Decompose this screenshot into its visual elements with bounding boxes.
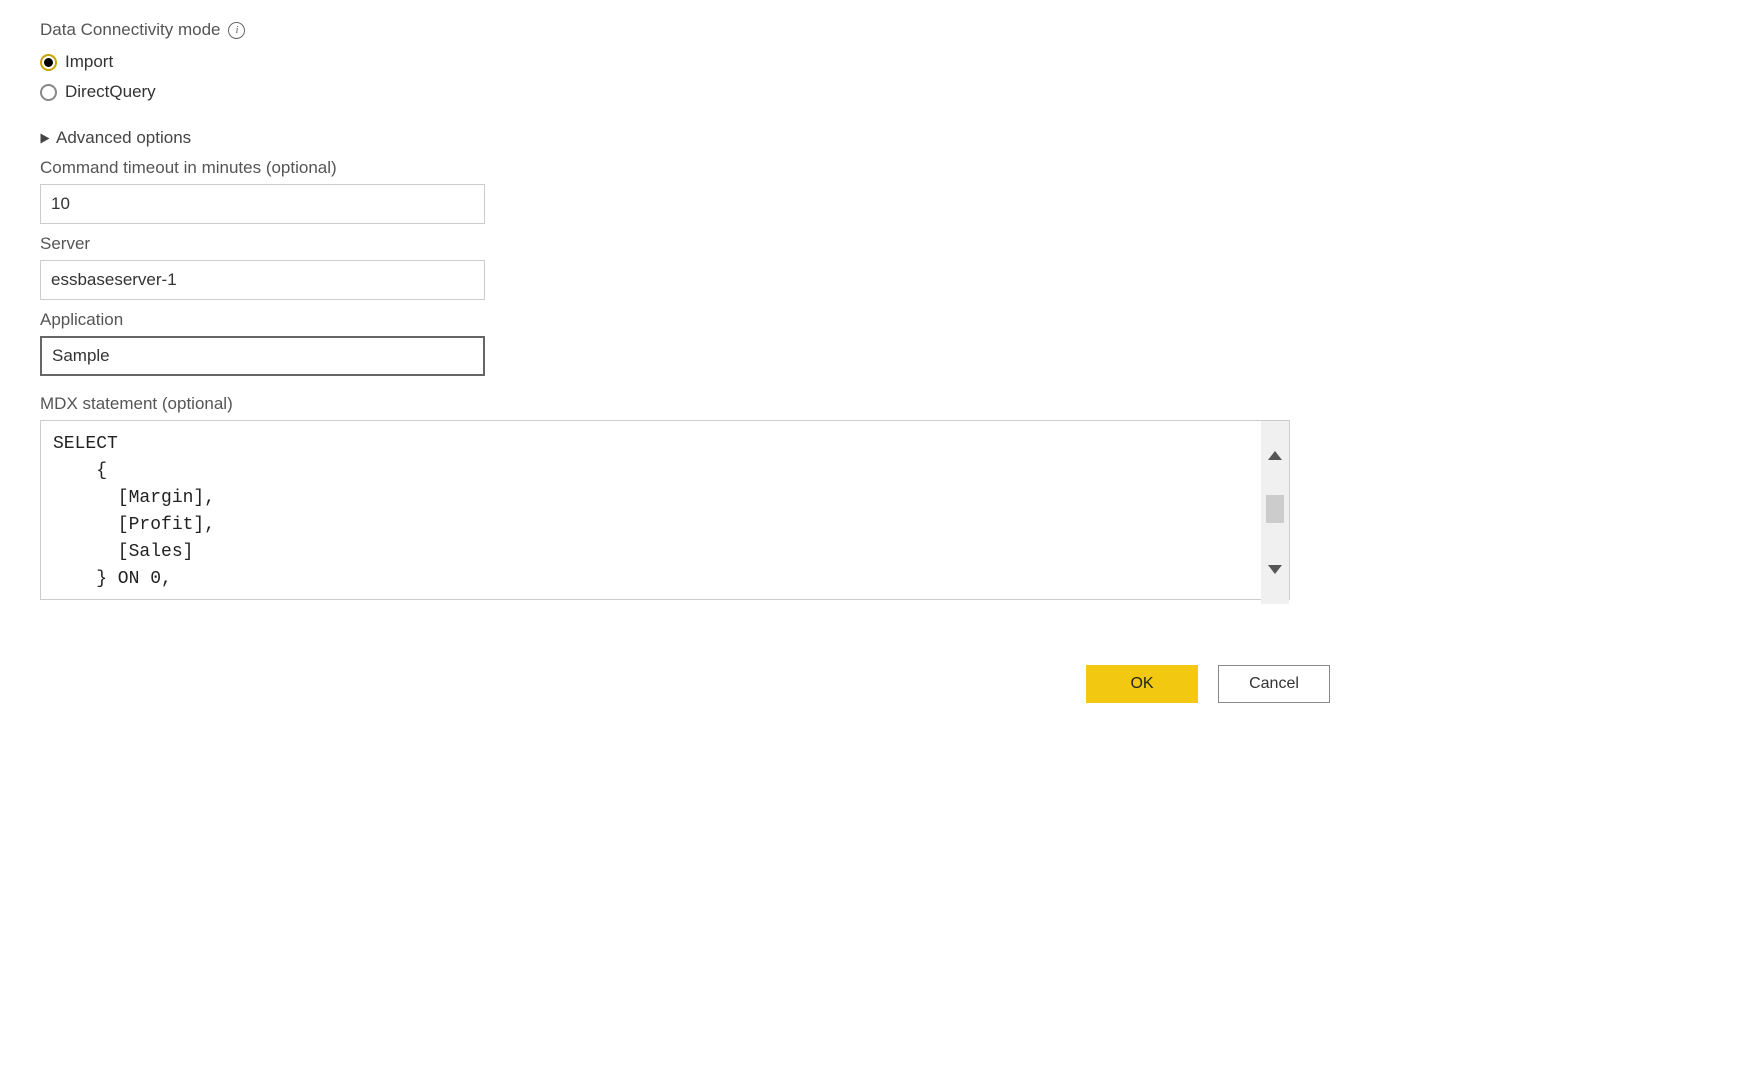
radio-circle-import[interactable] [40,54,57,71]
ok-button[interactable]: OK [1086,665,1198,703]
scroll-thumb[interactable] [1266,495,1284,523]
radio-option-directquery[interactable]: DirectQuery [40,82,1340,102]
radio-circle-directquery[interactable] [40,84,57,101]
connectivity-mode-label: Data Connectivity mode [40,20,220,40]
info-icon[interactable]: i [228,22,245,39]
timeout-label: Command timeout in minutes (optional) [40,158,1340,178]
mdx-label: MDX statement (optional) [40,394,1340,414]
application-label: Application [40,310,1340,330]
mdx-textarea[interactable] [40,420,1290,600]
application-input[interactable] [40,336,485,376]
server-input[interactable] [40,260,485,300]
mdx-scrollbar[interactable] [1261,421,1289,604]
advanced-options-label: Advanced options [56,128,191,148]
server-label: Server [40,234,1340,254]
timeout-input[interactable] [40,184,485,224]
scroll-down-icon[interactable] [1268,565,1282,574]
connectivity-radio-group: Import DirectQuery [40,52,1340,102]
triangle-expanded-icon [41,133,50,143]
radio-label-import: Import [65,52,113,72]
cancel-button[interactable]: Cancel [1218,665,1330,703]
radio-option-import[interactable]: Import [40,52,1340,72]
advanced-options-toggle[interactable]: Advanced options [40,128,1340,148]
radio-label-directquery: DirectQuery [65,82,156,102]
scroll-up-icon[interactable] [1268,451,1282,460]
